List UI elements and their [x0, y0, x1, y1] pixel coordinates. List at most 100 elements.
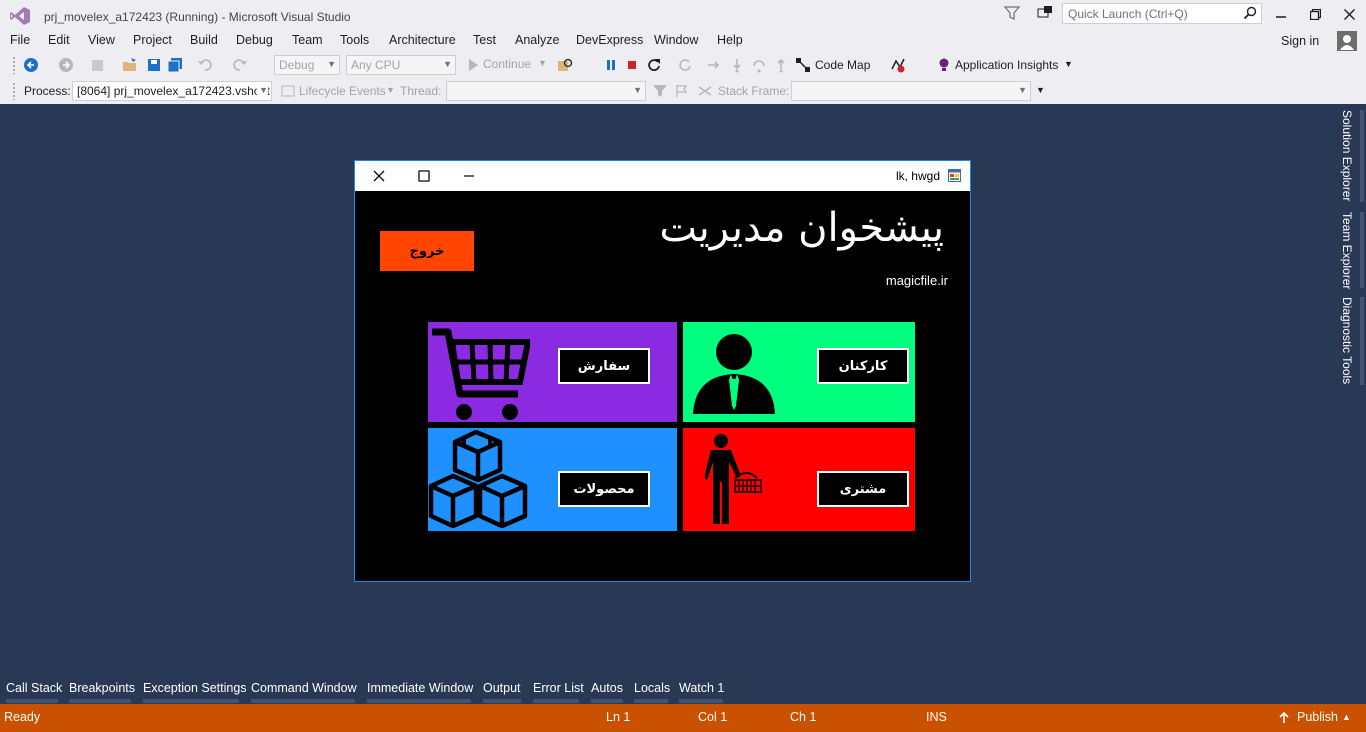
- save-all-icon[interactable]: [167, 57, 183, 73]
- application-insights-icon[interactable]: [936, 57, 952, 73]
- tab-immediate-window[interactable]: Immediate Window: [367, 681, 473, 695]
- sign-in-link[interactable]: Sign in: [1281, 34, 1319, 48]
- stack-frame-select[interactable]: ▼: [791, 81, 1031, 101]
- find-in-files-icon[interactable]: [557, 57, 573, 73]
- code-map-icon[interactable]: [795, 57, 811, 73]
- customer-button[interactable]: مشتری: [817, 471, 909, 507]
- menu-architecture[interactable]: Architecture: [389, 33, 456, 47]
- save-icon[interactable]: [146, 57, 162, 73]
- menu-team[interactable]: Team: [292, 33, 323, 47]
- close-window-button[interactable]: [1335, 3, 1363, 25]
- exit-button[interactable]: خروج: [380, 231, 474, 271]
- toggle-stack-icon[interactable]: [697, 83, 713, 99]
- continue-button-label[interactable]: Continue: [483, 57, 531, 71]
- menu-devexpress[interactable]: DevExpress: [576, 33, 643, 47]
- customer-tile[interactable]: مشتری: [683, 428, 915, 531]
- publish-button[interactable]: Publish: [1297, 710, 1338, 724]
- solution-platform-select[interactable]: Any CPU ▼: [346, 55, 456, 75]
- feedback-icon[interactable]: [1036, 5, 1054, 21]
- team-explorer-tab[interactable]: Team Explorer: [1340, 212, 1354, 289]
- menu-analyze[interactable]: Analyze: [515, 33, 559, 47]
- break-all-pause-icon[interactable]: [603, 57, 619, 73]
- app-minimize-icon[interactable]: [461, 168, 477, 184]
- flag-threads-icon[interactable]: [674, 83, 690, 99]
- app-maximize-icon[interactable]: [416, 168, 432, 184]
- orders-tile[interactable]: سفارش: [428, 322, 677, 422]
- application-insights-dropdown-icon[interactable]: ▼: [1064, 59, 1073, 69]
- menu-view[interactable]: View: [88, 33, 115, 47]
- menu-edit[interactable]: Edit: [48, 33, 70, 47]
- quick-launch-input[interactable]: Quick Launch (Ctrl+Q): [1062, 3, 1262, 24]
- tab-exception-settings[interactable]: Exception Settings: [143, 681, 247, 695]
- lifecycle-events-icon[interactable]: [280, 83, 296, 99]
- employee-icon: [693, 334, 775, 414]
- menu-debug[interactable]: Debug: [236, 33, 273, 47]
- visual-studio-logo-icon: [10, 7, 30, 25]
- navigate-back-icon[interactable]: [23, 57, 39, 73]
- app-close-icon[interactable]: [371, 168, 387, 184]
- step-out-icon[interactable]: [773, 57, 789, 73]
- dropdown-arrow-icon: ▼: [327, 59, 336, 69]
- application-insights-label[interactable]: Application Insights: [955, 58, 1058, 72]
- staff-button[interactable]: کارکنان: [817, 348, 909, 384]
- menu-file[interactable]: File: [10, 33, 30, 47]
- menu-tools[interactable]: Tools: [340, 33, 369, 47]
- tab-output[interactable]: Output: [483, 681, 521, 695]
- app-site-label: magicfile.ir: [885, 273, 948, 288]
- tab-call-stack[interactable]: Call Stack: [6, 681, 62, 695]
- tab-indicator: [591, 699, 623, 703]
- continue-dropdown-arrow-icon[interactable]: ▼: [538, 58, 547, 68]
- menu-test[interactable]: Test: [473, 33, 496, 47]
- step-over-icon[interactable]: [751, 57, 767, 73]
- status-column: Col 1: [698, 710, 728, 724]
- menu-window[interactable]: Window: [654, 33, 698, 47]
- toolbar-grip[interactable]: [12, 82, 16, 100]
- restore-window-button[interactable]: [1301, 3, 1329, 25]
- solution-configuration-select[interactable]: Debug ▼: [274, 55, 340, 75]
- tab-indicator: [6, 699, 58, 703]
- user-avatar-icon[interactable]: [1337, 31, 1357, 51]
- lifecycle-events-label[interactable]: Lifecycle Events: [299, 84, 386, 98]
- publish-arrow-up-icon[interactable]: [1279, 712, 1289, 724]
- tab-autos[interactable]: Autos: [591, 681, 623, 695]
- tab-breakpoints[interactable]: Breakpoints: [69, 681, 135, 695]
- solution-explorer-tab[interactable]: Solution Explorer: [1340, 110, 1354, 201]
- process-select[interactable]: [8064] prj_movelex_a172423.vshost ▼: [72, 81, 272, 101]
- open-file-icon[interactable]: [122, 57, 138, 73]
- toolbar-options-icon[interactable]: ▼: [1036, 85, 1045, 95]
- toolbar-grip[interactable]: [12, 56, 16, 74]
- tab-locals[interactable]: Locals: [634, 681, 670, 695]
- publish-menu-icon[interactable]: ▲: [1342, 712, 1351, 722]
- orders-button[interactable]: سفارش: [558, 348, 650, 384]
- undo-icon[interactable]: [197, 57, 213, 73]
- notifications-filter-icon[interactable]: [1004, 5, 1020, 21]
- redo-icon[interactable]: [232, 57, 248, 73]
- minimize-window-button[interactable]: [1267, 3, 1295, 25]
- status-bar: Ready Ln 1 Col 1 Ch 1 INS Publish ▲: [0, 704, 1366, 732]
- code-map-label[interactable]: Code Map: [815, 58, 870, 72]
- continue-play-icon[interactable]: [465, 57, 481, 73]
- products-tile[interactable]: محصولات: [428, 428, 677, 531]
- diagnostic-tools-tab[interactable]: Diagnostic Tools: [1340, 297, 1354, 384]
- new-project-icon[interactable]: [90, 57, 106, 73]
- stop-debugging-icon[interactable]: [624, 57, 640, 73]
- filter-threads-icon[interactable]: [652, 83, 668, 99]
- tab-command-window[interactable]: Command Window: [251, 681, 357, 695]
- restart-icon[interactable]: [646, 57, 662, 73]
- menu-build[interactable]: Build: [190, 33, 218, 47]
- diagnostics-icon[interactable]: [890, 57, 906, 73]
- thread-select[interactable]: ▼: [446, 81, 646, 101]
- products-button[interactable]: محصولات: [558, 471, 650, 507]
- staff-tile[interactable]: کارکنان: [683, 322, 915, 422]
- menu-project[interactable]: Project: [133, 33, 172, 47]
- lifecycle-dropdown-icon[interactable]: ▼: [386, 85, 395, 95]
- navigate-forward-icon[interactable]: [58, 57, 74, 73]
- menu-help[interactable]: Help: [717, 33, 743, 47]
- step-into-icon[interactable]: [729, 57, 745, 73]
- search-icon[interactable]: [1243, 6, 1257, 20]
- tab-indicator: [483, 699, 521, 703]
- tab-error-list[interactable]: Error List: [533, 681, 584, 695]
- refresh-icon[interactable]: [677, 57, 693, 73]
- show-next-statement-icon[interactable]: [706, 57, 722, 73]
- tab-watch-1[interactable]: Watch 1: [679, 681, 724, 695]
